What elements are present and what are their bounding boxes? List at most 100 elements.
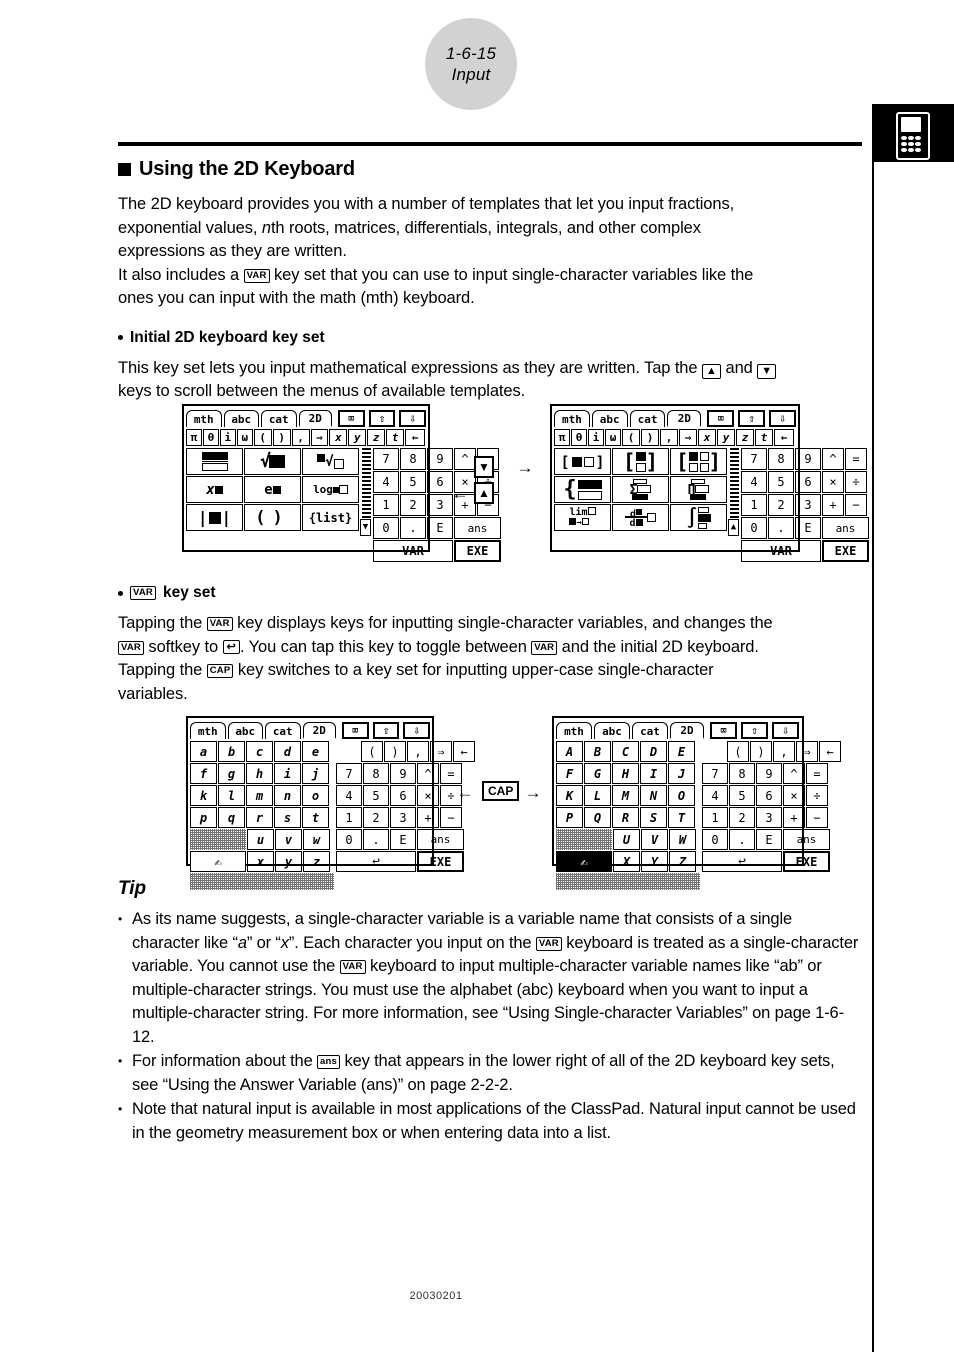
tab-abc-3[interactable]: abc (227, 722, 263, 739)
key-m[interactable]: m (246, 785, 273, 806)
key-U[interactable]: U (613, 829, 640, 850)
numkey-9-4[interactable]: 9 (756, 763, 782, 784)
opkey-multiply-4[interactable]: × (783, 785, 805, 806)
key-y-2[interactable]: y (717, 429, 735, 446)
key-store-arrow-2[interactable]: ⇒ (679, 429, 697, 446)
tpl-matrix-2x2[interactable]: [ ] (670, 448, 727, 475)
numkey-2-3[interactable]: 2 (363, 807, 389, 828)
numkey-decimal[interactable]: . (400, 517, 426, 539)
key-F[interactable]: F (556, 763, 583, 784)
scroll-up-key[interactable]: ▲ (728, 519, 739, 536)
numkey-5-3[interactable]: 5 (363, 785, 389, 806)
numkey-2-4[interactable]: 2 (729, 807, 755, 828)
key-theta-2[interactable]: θ (571, 429, 587, 446)
key-i-2[interactable]: i (588, 429, 604, 446)
numkey-7[interactable]: 7 (373, 448, 399, 470)
tpl-e-power[interactable]: e (244, 476, 301, 503)
tab-abc-2[interactable]: abc (591, 410, 628, 427)
numkey-1-2[interactable]: 1 (741, 494, 767, 516)
key-l[interactable]: l (218, 785, 245, 806)
key-pi[interactable]: π (186, 429, 202, 446)
numkey-5-2[interactable]: 5 (768, 471, 794, 493)
exe-key-2[interactable]: EXE (822, 540, 869, 562)
tab-mth-2[interactable]: mth (554, 410, 590, 427)
key-open-paren-2[interactable]: ( (622, 429, 640, 446)
key-comma-3[interactable]: , (407, 741, 429, 762)
opkey-minus-3[interactable]: − (440, 807, 462, 828)
keyboard-up-icon-key-2[interactable]: ⇧ (738, 410, 766, 427)
tab-abc[interactable]: abc (223, 410, 259, 427)
key-L[interactable]: L (584, 785, 611, 806)
numkey-6-2[interactable]: 6 (795, 471, 821, 493)
cap-key-active[interactable]: ✍ (556, 851, 612, 872)
ans-key[interactable]: ans (454, 517, 501, 539)
opkey-equals-4[interactable]: = (806, 763, 828, 784)
key-t-2[interactable]: t (755, 429, 773, 446)
key-comma[interactable]: , (291, 429, 310, 446)
numkey-8[interactable]: 8 (400, 448, 426, 470)
opkey-multiply-2[interactable]: × (822, 471, 844, 493)
tab-2d[interactable]: 2D (298, 410, 333, 427)
key-x-2[interactable]: x (698, 429, 716, 446)
opkey-equals-2[interactable]: = (845, 448, 867, 470)
key-J[interactable]: J (668, 763, 695, 784)
exe-key[interactable]: EXE (454, 540, 501, 562)
key-P[interactable]: P (556, 807, 583, 828)
tpl-nth-root[interactable]: √ (302, 448, 359, 475)
close-icon-key-3[interactable]: ⌧ (342, 722, 369, 739)
numkey-decimal-2[interactable]: . (768, 517, 794, 539)
opkey-power-3[interactable]: ^ (417, 763, 439, 784)
key-open-paren[interactable]: ( (253, 429, 272, 446)
keyboard-down-icon-key-4[interactable]: ⇩ (772, 722, 799, 739)
key-d[interactable]: d (274, 741, 301, 762)
tpl-piecewise[interactable]: { (554, 476, 611, 503)
key-j[interactable]: j (302, 763, 329, 784)
ans-key-3[interactable]: ans (417, 829, 464, 850)
key-Y[interactable]: Y (641, 851, 668, 872)
keyboard-down-icon-key-2[interactable]: ⇩ (769, 410, 796, 427)
key-v[interactable]: v (275, 829, 302, 850)
close-icon-key-4[interactable]: ⌧ (710, 722, 737, 739)
key-p[interactable]: p (190, 807, 217, 828)
tab-abc-4[interactable]: abc (594, 722, 630, 739)
key-close-paren-2[interactable]: ) (641, 429, 659, 446)
opkey-power-4[interactable]: ^ (783, 763, 805, 784)
var-key[interactable]: VAR (373, 540, 453, 562)
numkey-9-3[interactable]: 9 (390, 763, 416, 784)
keyboard-up-icon-key[interactable]: ⇧ (368, 410, 396, 427)
numkey-0-3[interactable]: 0 (336, 829, 362, 850)
tpl-summation[interactable]: Σ (612, 476, 669, 503)
key-k[interactable]: k (190, 785, 217, 806)
numkey-7-4[interactable]: 7 (702, 763, 728, 784)
key-x[interactable]: x (329, 429, 348, 446)
key-i-lower[interactable]: i (274, 763, 301, 784)
key-Q[interactable]: Q (584, 807, 611, 828)
numkey-5[interactable]: 5 (400, 471, 426, 493)
tpl-list-braces[interactable]: {list} (302, 504, 359, 531)
keyboard-down-icon-key-3[interactable]: ⇩ (403, 722, 430, 739)
key-backspace-3[interactable]: ← (453, 741, 475, 762)
key-M[interactable]: M (612, 785, 639, 806)
key-G[interactable]: G (584, 763, 611, 784)
key-open-paren-3[interactable]: ( (361, 741, 383, 762)
key-y-lower[interactable]: y (275, 851, 302, 872)
tab-2d-3[interactable]: 2D (302, 722, 337, 739)
numkey-3-3[interactable]: 3 (390, 807, 416, 828)
key-W[interactable]: W (669, 829, 696, 850)
key-R[interactable]: R (612, 807, 639, 828)
opkey-divide-2[interactable]: ÷ (845, 471, 867, 493)
numkey-4[interactable]: 4 (373, 471, 399, 493)
opkey-divide-4[interactable]: ÷ (806, 785, 828, 806)
numkey-7-3[interactable]: 7 (336, 763, 362, 784)
tpl-limit[interactable]: lim → (554, 504, 611, 531)
key-T[interactable]: T (668, 807, 695, 828)
numkey-decimal-4[interactable]: . (729, 829, 755, 850)
key-omega[interactable]: ω (236, 429, 253, 446)
ans-key-2[interactable]: ans (822, 517, 869, 539)
key-N[interactable]: N (640, 785, 667, 806)
key-store-arrow-3[interactable]: ⇒ (430, 741, 452, 762)
ans-key-4[interactable]: ans (783, 829, 830, 850)
var-key-2[interactable]: VAR (741, 540, 821, 562)
numkey-0-4[interactable]: 0 (702, 829, 728, 850)
key-t[interactable]: t (386, 429, 405, 446)
